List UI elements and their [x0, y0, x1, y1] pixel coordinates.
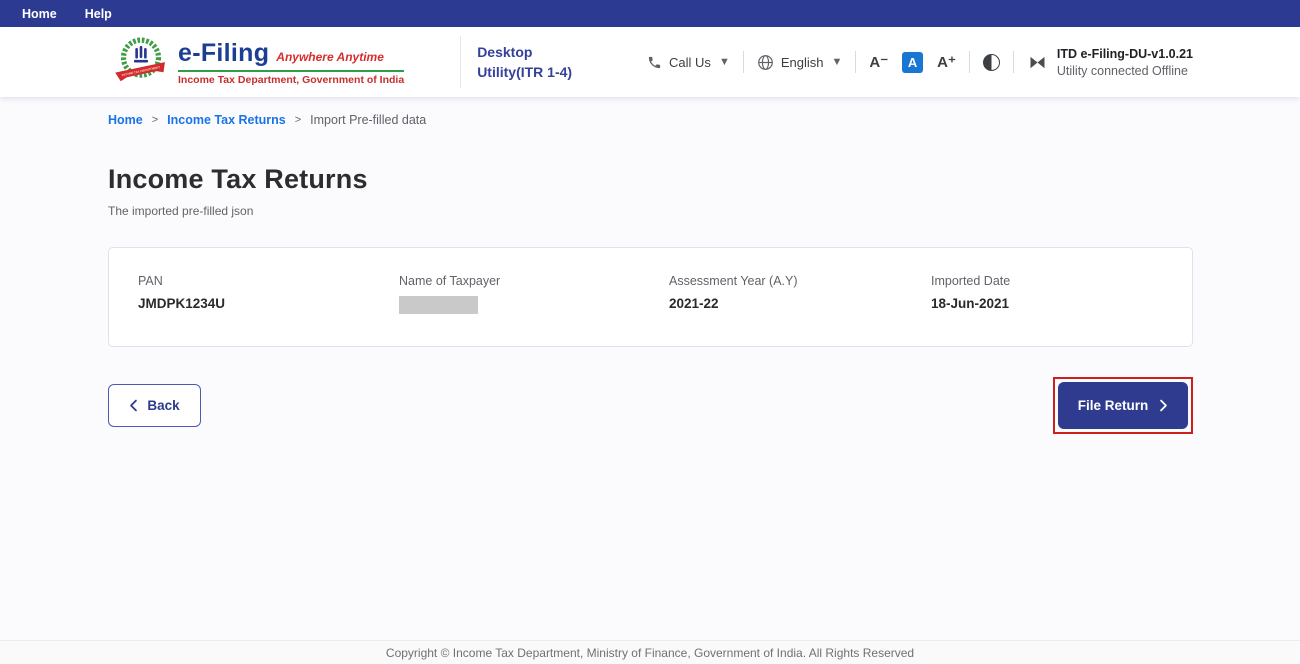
- call-us-label: Call Us: [669, 55, 711, 70]
- field-name-of-taxpayer: Name of Taxpayer: [399, 274, 669, 314]
- field-pan: PAN JMDPK1234U: [138, 274, 399, 314]
- brand-divider: [178, 70, 404, 72]
- utility-version: ITD e-Filing-DU-v1.0.21: [1057, 47, 1193, 61]
- copyright-text: Copyright © Income Tax Department, Minis…: [386, 646, 914, 660]
- language-menu[interactable]: English ▼: [757, 54, 843, 71]
- font-normal-button[interactable]: A: [902, 52, 923, 73]
- chevron-down-icon: ▼: [831, 56, 842, 68]
- page-title: Income Tax Returns: [108, 164, 1193, 195]
- chevron-down-icon: ▼: [719, 56, 730, 68]
- breadcrumb-income-tax-returns-link[interactable]: Income Tax Returns: [167, 113, 286, 127]
- font-size-controls: A⁻ A A⁺: [869, 52, 956, 73]
- file-return-highlight-box: File Return: [1053, 377, 1193, 434]
- actions-row: Back File Return: [108, 377, 1193, 434]
- app-title: Desktop Utility(ITR 1-4): [477, 42, 572, 83]
- contrast-toggle-icon[interactable]: [983, 54, 1000, 71]
- redacted-value: [399, 296, 478, 314]
- footer: Copyright © Income Tax Department, Minis…: [0, 640, 1300, 664]
- app-title-line2: Utility(ITR 1-4): [477, 62, 572, 82]
- phone-icon: [647, 55, 662, 70]
- connection-status: Utility connected Offline: [1057, 64, 1188, 78]
- header-separator: [1013, 51, 1014, 73]
- page-subtitle: The imported pre-filled json: [108, 204, 1193, 218]
- breadcrumb-current-page: Import Pre-filled data: [310, 113, 426, 127]
- version-status-block: ITD e-Filing-DU-v1.0.21 Utility connecte…: [1027, 47, 1193, 78]
- chevron-right-icon: [1159, 399, 1168, 412]
- header-separator: [969, 51, 970, 73]
- language-label: English: [781, 55, 824, 70]
- topbar-help-link[interactable]: Help: [85, 7, 112, 21]
- field-label: Imported Date: [931, 274, 1172, 288]
- font-increase-button[interactable]: A⁺: [937, 53, 956, 71]
- app-title-line1: Desktop: [477, 42, 572, 62]
- brand-tagline: Anywhere Anytime: [276, 50, 384, 64]
- field-imported-date: Imported Date 18-Jun-2021: [931, 274, 1172, 314]
- brand-name: e-Filing: [178, 39, 269, 68]
- file-return-button[interactable]: File Return: [1058, 382, 1188, 429]
- call-us-menu[interactable]: Call Us ▼: [647, 55, 730, 70]
- field-value: JMDPK1234U: [138, 296, 399, 311]
- file-return-button-label: File Return: [1078, 398, 1149, 413]
- header-separator: [855, 51, 856, 73]
- breadcrumb-separator: >: [152, 114, 158, 126]
- topbar-home-link[interactable]: Home: [22, 7, 57, 21]
- back-button-label: Back: [147, 398, 179, 413]
- chevron-left-icon: [129, 399, 138, 412]
- header-controls: Call Us ▼ English ▼ A⁻ A A⁺: [647, 47, 1193, 78]
- top-navigation-bar: Home Help: [0, 0, 1300, 27]
- app-header: INCOME TAX DEPARTMENT e-Filing Anywhere …: [0, 27, 1300, 97]
- header-separator: [743, 51, 744, 73]
- efiling-logo[interactable]: INCOME TAX DEPARTMENT e-Filing Anywhere …: [113, 34, 404, 90]
- field-label: PAN: [138, 274, 399, 288]
- font-decrease-button[interactable]: A⁻: [869, 53, 888, 71]
- breadcrumb: Home > Income Tax Returns > Import Pre-f…: [108, 113, 1193, 127]
- main-content: Home > Income Tax Returns > Import Pre-f…: [0, 97, 1300, 640]
- back-button[interactable]: Back: [108, 384, 201, 427]
- breadcrumb-separator: >: [295, 114, 301, 126]
- field-label: Assessment Year (A.Y): [669, 274, 931, 288]
- header-divider: [460, 36, 461, 88]
- field-assessment-year: Assessment Year (A.Y) 2021-22: [669, 274, 931, 314]
- field-value: 18-Jun-2021: [931, 296, 1172, 311]
- breadcrumb-home-link[interactable]: Home: [108, 113, 143, 127]
- network-offline-icon: [1027, 52, 1048, 73]
- field-label: Name of Taxpayer: [399, 274, 669, 288]
- income-tax-emblem-icon: INCOME TAX DEPARTMENT: [113, 34, 169, 90]
- globe-icon: [757, 54, 774, 71]
- brand-department-line: Income Tax Department, Government of Ind…: [178, 74, 404, 86]
- field-value: 2021-22: [669, 296, 931, 311]
- prefilled-data-summary-card: PAN JMDPK1234U Name of Taxpayer Assessme…: [108, 247, 1193, 347]
